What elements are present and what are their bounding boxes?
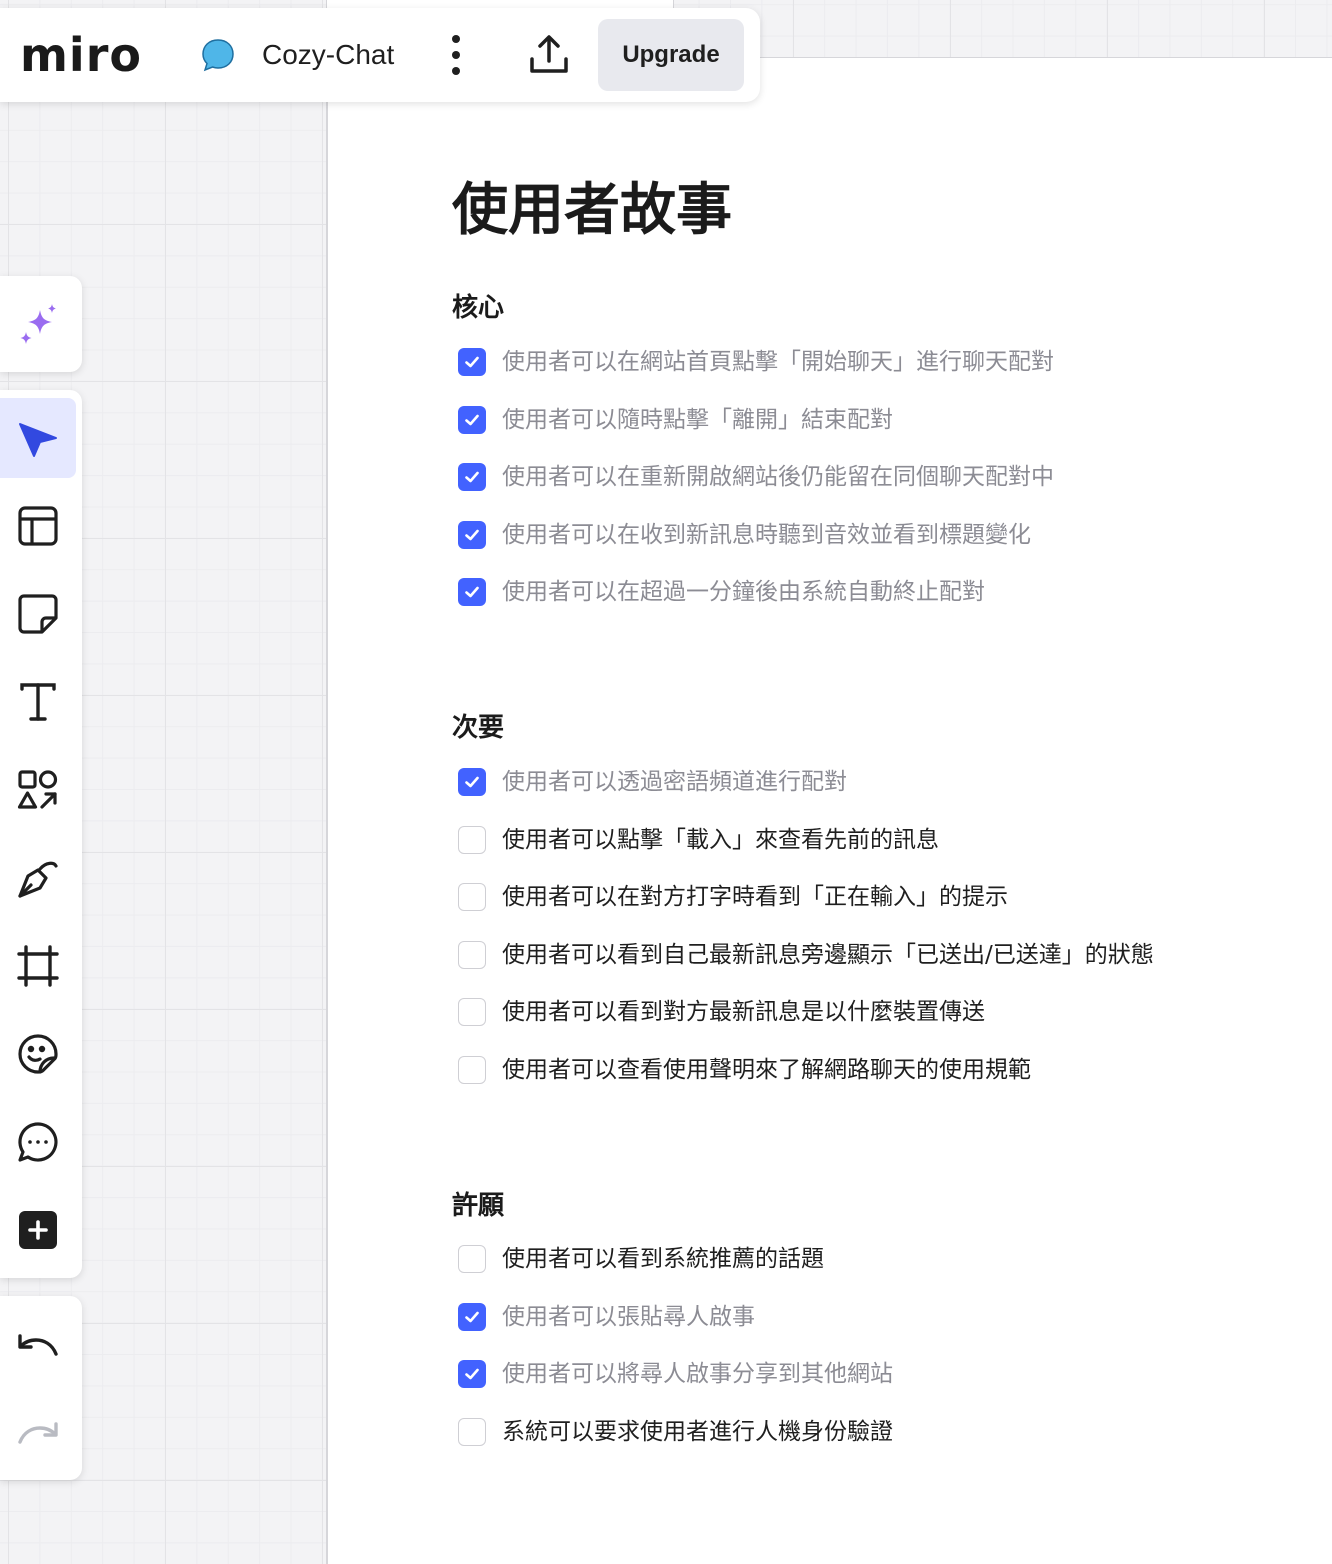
task-item: 使用者可以在收到新訊息時聽到音效並看到標題變化 <box>458 518 1031 552</box>
task-item: 使用者可以看到系統推薦的話題 <box>458 1242 824 1276</box>
task-text[interactable]: 使用者可以在收到新訊息時聽到音效並看到標題變化 <box>502 518 1031 552</box>
frame-icon[interactable] <box>0 926 76 1006</box>
more-apps-plus-icon[interactable] <box>0 1190 76 1270</box>
task-text[interactable]: 使用者可以看到對方最新訊息是以什麼裝置傳送 <box>502 995 985 1029</box>
redo-icon[interactable] <box>0 1392 76 1472</box>
check-icon <box>465 529 479 540</box>
history-panel <box>0 1296 82 1480</box>
ai-sparkle-icon[interactable] <box>0 284 76 364</box>
task-text[interactable]: 使用者可以透過密語頻道進行配對 <box>502 765 847 799</box>
check-icon <box>465 1368 479 1380</box>
task-item: 使用者可以查看使用聲明來了解網路聊天的使用規範 <box>458 1053 1031 1087</box>
top-toolbar: miro Cozy-Chat Upgrade <box>0 8 760 102</box>
sticker-icon[interactable] <box>0 1014 76 1094</box>
checkbox-checked[interactable] <box>458 348 486 376</box>
checkbox-unchecked[interactable] <box>458 998 486 1026</box>
share-upload-icon[interactable] <box>526 32 572 78</box>
shapes-icon[interactable] <box>0 750 76 830</box>
check-icon <box>465 586 479 598</box>
more-icon[interactable] <box>446 35 466 75</box>
checkbox-unchecked[interactable] <box>458 825 486 854</box>
ai-panel <box>0 276 82 372</box>
checkbox-checked[interactable] <box>458 1302 486 1331</box>
task-item: 使用者可以張貼尋人啟事 <box>458 1300 755 1334</box>
check-icon <box>465 356 479 368</box>
checkbox-checked[interactable] <box>458 578 486 606</box>
checkbox-checked[interactable] <box>458 405 486 434</box>
task-text[interactable]: 系統可以要求使用者進行人機身份驗證 <box>502 1415 893 1449</box>
task-text[interactable]: 使用者可以隨時點擊「離開」結束配對 <box>502 403 893 437</box>
checkbox-unchecked[interactable] <box>458 1245 486 1273</box>
task-text[interactable]: 使用者可以將尋人啟事分享到其他網站 <box>502 1357 893 1391</box>
task-item: 使用者可以看到自己最新訊息旁邊顯示「已送出/已送達」的狀態 <box>458 938 1154 972</box>
task-text[interactable]: 使用者可以看到自己最新訊息旁邊顯示「已送出/已送達」的狀態 <box>502 938 1154 972</box>
task-text[interactable]: 使用者可以張貼尋人啟事 <box>502 1300 755 1334</box>
task-item: 使用者可以透過密語頻道進行配對 <box>458 765 847 799</box>
section-heading-secondary: 次要 <box>452 713 505 743</box>
checkbox-unchecked[interactable] <box>458 1417 486 1446</box>
checkbox-unchecked[interactable] <box>458 940 486 969</box>
task-text[interactable]: 使用者可以點擊「載入」來查看先前的訊息 <box>502 823 939 857</box>
pen-icon[interactable] <box>0 838 76 918</box>
check-icon <box>465 414 479 425</box>
task-item: 使用者可以將尋人啟事分享到其他網站 <box>458 1357 893 1391</box>
checkbox-checked[interactable] <box>458 520 486 549</box>
checkbox-checked[interactable] <box>458 463 486 491</box>
check-icon <box>465 776 479 788</box>
undo-icon[interactable] <box>0 1304 76 1384</box>
task-text[interactable]: 使用者可以在重新開啟網站後仍能留在同個聊天配對中 <box>502 460 1054 494</box>
task-item: 使用者可以看到對方最新訊息是以什麼裝置傳送 <box>458 995 985 1029</box>
check-icon <box>465 471 479 483</box>
comment-icon[interactable] <box>0 1102 76 1182</box>
section-heading-core: 核心 <box>452 293 505 323</box>
task-text[interactable]: 使用者可以在對方打字時看到「正在輸入」的提示 <box>502 880 1008 914</box>
sticky-note-icon[interactable] <box>0 574 76 654</box>
task-item: 使用者可以在對方打字時看到「正在輸入」的提示 <box>458 880 1008 914</box>
task-text[interactable]: 使用者可以在超過一分鐘後由系統自動終止配對 <box>502 575 985 609</box>
chat-bubble-icon[interactable] <box>200 37 236 73</box>
check-icon <box>465 1311 479 1322</box>
miro-logo[interactable]: miro <box>20 28 160 82</box>
checkbox-checked[interactable] <box>458 768 486 796</box>
checkbox-unchecked[interactable] <box>458 883 486 911</box>
templates-icon[interactable] <box>0 486 76 566</box>
select-cursor-icon[interactable] <box>0 398 76 478</box>
task-item: 使用者可以在超過一分鐘後由系統自動終止配對 <box>458 575 985 609</box>
task-item: 使用者可以在網站首頁點擊「開始聊天」進行聊天配對 <box>458 345 1054 379</box>
task-item: 使用者可以在重新開啟網站後仍能留在同個聊天配對中 <box>458 460 1054 494</box>
checkbox-checked[interactable] <box>458 1360 486 1388</box>
section-heading-wishlist: 許願 <box>452 1191 505 1221</box>
task-item: 使用者可以點擊「載入」來查看先前的訊息 <box>458 823 939 857</box>
task-item: 系統可以要求使用者進行人機身份驗證 <box>458 1415 893 1449</box>
tools-panel <box>0 390 82 1278</box>
task-text[interactable]: 使用者可以看到系統推薦的話題 <box>502 1242 824 1276</box>
document-panel: 使用者故事 核心 使用者可以在網站首頁點擊「開始聊天」進行聊天配對 使用者可以隨時… <box>326 57 1332 1564</box>
upgrade-button[interactable]: Upgrade <box>598 19 744 91</box>
page-title: 使用者故事 <box>452 178 732 243</box>
task-text[interactable]: 使用者可以查看使用聲明來了解網路聊天的使用規範 <box>502 1053 1031 1087</box>
text-icon[interactable] <box>0 662 76 742</box>
checkbox-unchecked[interactable] <box>458 1055 486 1084</box>
task-item: 使用者可以隨時點擊「離開」結束配對 <box>458 403 893 437</box>
task-text[interactable]: 使用者可以在網站首頁點擊「開始聊天」進行聊天配對 <box>502 345 1054 379</box>
board-name[interactable]: Cozy-Chat <box>262 39 412 71</box>
